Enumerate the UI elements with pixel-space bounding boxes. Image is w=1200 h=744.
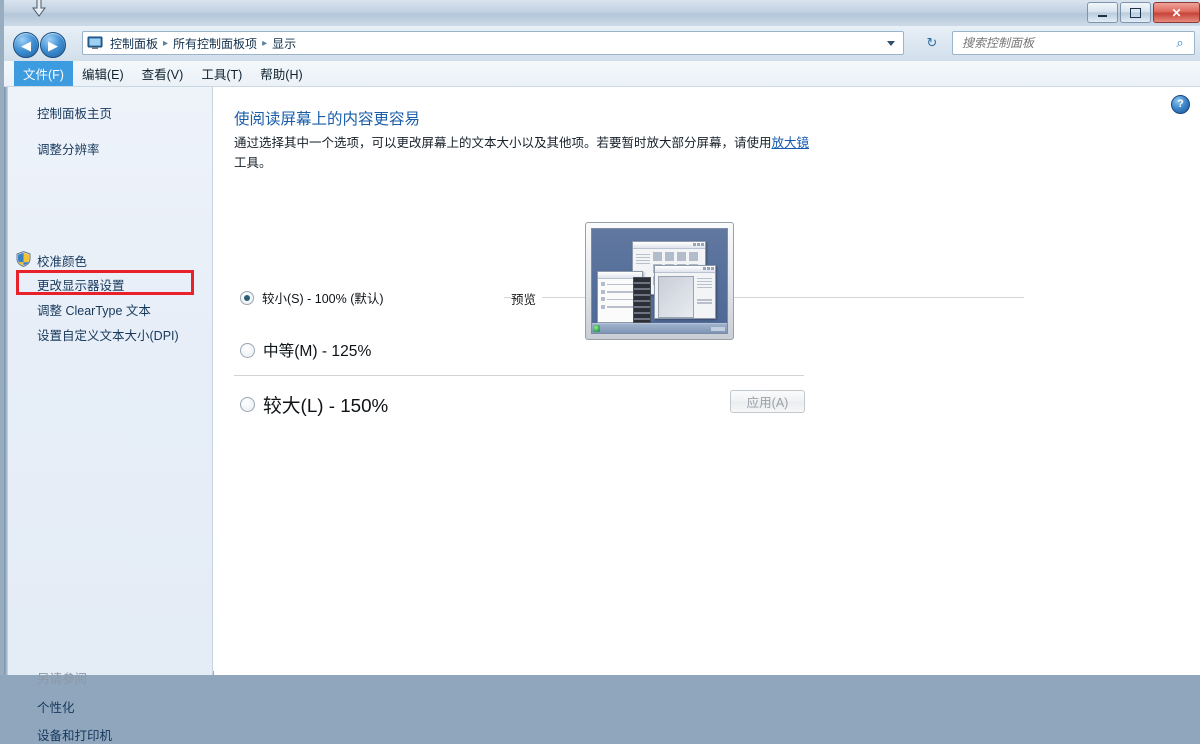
address-bar: ◀ ▶ 控制面板 ▸ 所有控制面板项 ▸ 显示 ↻ ⌕ bbox=[4, 26, 1200, 62]
preview-window-buttons bbox=[693, 243, 704, 246]
sidebar-item-adjust-cleartype[interactable]: 调整 ClearType 文本 bbox=[37, 300, 151, 319]
cursor-arrow-icon bbox=[32, 0, 46, 17]
close-icon: ✕ bbox=[1154, 3, 1199, 22]
monitor-icon bbox=[87, 36, 103, 50]
radio-button-medium[interactable] bbox=[240, 343, 255, 358]
breadcrumb-item-1[interactable]: 所有控制面板项 bbox=[170, 35, 260, 52]
breadcrumb[interactable]: 控制面板 ▸ 所有控制面板项 ▸ 显示 bbox=[82, 31, 904, 55]
preview-start-button-icon bbox=[593, 325, 600, 332]
page-description-text-after: 工具。 bbox=[234, 156, 272, 170]
back-button[interactable]: ◀ bbox=[13, 32, 39, 58]
page-title: 使阅读屏幕上的内容更容易 bbox=[234, 107, 420, 129]
search-input[interactable] bbox=[960, 35, 1170, 51]
page-description: 通过选择其中一个选项，可以更改屏幕上的文本大小以及其他项。若要暂时放大部分屏幕，… bbox=[234, 133, 814, 173]
preview-system-tray bbox=[711, 327, 725, 331]
minimize-icon bbox=[1088, 3, 1117, 22]
maximize-icon bbox=[1121, 3, 1150, 22]
radio-option-smaller[interactable]: 较小(S) - 100% (默认) bbox=[240, 288, 384, 307]
menu-bar: 文件(F) 编辑(E) 查看(V) 工具(T) 帮助(H) bbox=[4, 61, 1200, 87]
forward-button[interactable]: ▶ bbox=[40, 32, 66, 58]
content-area: 控制面板主页 调整分辨率 校准颜色 更改显示器设置 调整 ClearType 文… bbox=[4, 87, 1200, 675]
menu-item-help[interactable]: 帮助(H) bbox=[251, 61, 311, 86]
sidebar-item-control-panel-home[interactable]: 控制面板主页 bbox=[37, 103, 112, 122]
radio-option-larger[interactable]: 较大(L) - 150% bbox=[240, 391, 388, 418]
menu-item-view[interactable]: 查看(V) bbox=[133, 61, 193, 86]
breadcrumb-separator: ▸ bbox=[260, 38, 269, 49]
control-panel-window: ✕ ◀ ▶ 控制面板 ▸ 所有控制面板项 ▸ 显示 ↻ bbox=[0, 0, 1200, 675]
radio-label-smaller: 较小(S) - 100% (默认) bbox=[262, 288, 384, 307]
close-button[interactable]: ✕ bbox=[1153, 2, 1200, 23]
breadcrumb-separator: ▸ bbox=[161, 38, 170, 49]
preview-window-titlebar bbox=[655, 266, 715, 273]
see-also-item-devices-and-printers[interactable]: 设备和打印机 bbox=[37, 725, 112, 744]
sidebar-item-adjust-resolution[interactable]: 调整分辨率 bbox=[37, 139, 100, 158]
see-also-heading: 另请参阅 bbox=[37, 668, 87, 687]
radio-label-larger: 较大(L) - 150% bbox=[263, 391, 388, 418]
preview-monitor-image bbox=[585, 222, 734, 340]
breadcrumb-item-0[interactable]: 控制面板 bbox=[107, 35, 161, 52]
search-icon: ⌕ bbox=[1170, 35, 1190, 51]
preview-taskbar bbox=[592, 323, 727, 333]
section-divider bbox=[234, 375, 804, 376]
preview-window-front bbox=[654, 265, 716, 319]
radio-button-smaller[interactable] bbox=[240, 291, 254, 305]
refresh-icon[interactable]: ↻ bbox=[922, 34, 942, 52]
radio-option-medium[interactable]: 中等(M) - 125% bbox=[240, 339, 371, 361]
page-description-text-before: 通过选择其中一个选项，可以更改屏幕上的文本大小以及其他项。若要暂时放大部分屏幕，… bbox=[234, 136, 772, 150]
minimize-button[interactable] bbox=[1087, 2, 1118, 23]
preview-group-rule bbox=[504, 297, 1024, 298]
sidebar: 控制面板主页 调整分辨率 校准颜色 更改显示器设置 调整 ClearType 文… bbox=[4, 87, 213, 675]
main-pane: ? 使阅读屏幕上的内容更容易 通过选择其中一个选项，可以更改屏幕上的文本大小以及… bbox=[214, 87, 1200, 675]
apply-button[interactable]: 应用(A) bbox=[730, 390, 805, 413]
preview-window-buttons bbox=[703, 267, 714, 270]
preview-window-titlebar bbox=[633, 242, 705, 249]
sidebar-left-edge bbox=[4, 87, 8, 675]
maximize-button[interactable] bbox=[1120, 2, 1151, 23]
breadcrumb-item-2[interactable]: 显示 bbox=[269, 35, 299, 52]
preview-panel-strip bbox=[633, 277, 651, 323]
radio-label-medium: 中等(M) - 125% bbox=[263, 339, 371, 361]
search-box[interactable]: ⌕ bbox=[952, 31, 1195, 55]
window-title-bar: ✕ bbox=[4, 0, 1200, 27]
help-icon[interactable]: ? bbox=[1171, 95, 1190, 114]
menu-item-file[interactable]: 文件(F) bbox=[14, 61, 73, 86]
preview-label: 预览 bbox=[511, 289, 542, 308]
chevron-down-icon[interactable] bbox=[887, 41, 895, 46]
preview-screen bbox=[591, 228, 728, 334]
sidebar-item-set-custom-dpi[interactable]: 设置自定义文本大小(DPI) bbox=[37, 325, 179, 344]
window-controls: ✕ bbox=[1087, 2, 1200, 23]
radio-button-larger[interactable] bbox=[240, 397, 255, 412]
shield-icon bbox=[16, 251, 31, 267]
sidebar-item-change-display-settings[interactable]: 更改显示器设置 bbox=[37, 275, 125, 294]
back-arrow-icon: ◀ bbox=[14, 33, 38, 57]
menu-item-tools[interactable]: 工具(T) bbox=[192, 61, 251, 86]
sidebar-item-calibrate-color[interactable]: 校准颜色 bbox=[37, 251, 87, 270]
forward-arrow-icon: ▶ bbox=[41, 33, 65, 57]
menu-item-edit[interactable]: 编辑(E) bbox=[73, 61, 133, 86]
see-also-item-personalization[interactable]: 个性化 bbox=[37, 697, 75, 716]
magnifier-link[interactable]: 放大镜 bbox=[772, 136, 810, 150]
